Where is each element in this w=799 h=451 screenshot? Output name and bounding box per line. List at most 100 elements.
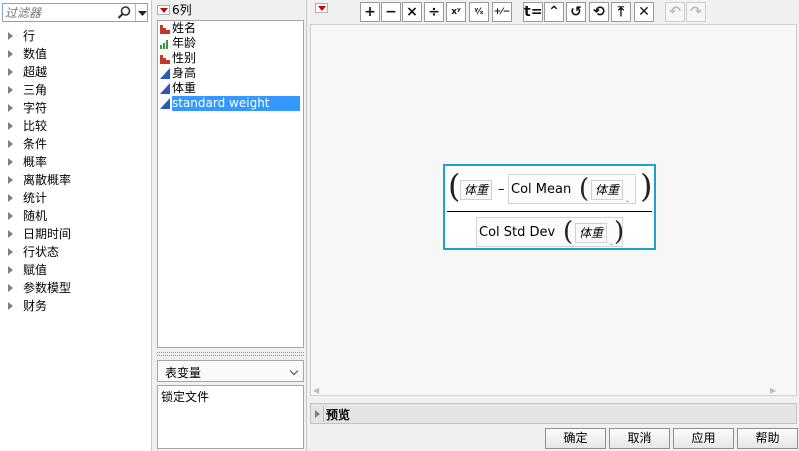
column-name: 性别: [172, 51, 197, 65]
category-label: 比较: [23, 119, 48, 133]
column-item[interactable]: standard weight: [158, 96, 303, 111]
scroll-right-icon[interactable]: ▶: [770, 386, 776, 395]
subtract-icon[interactable]: −: [381, 2, 401, 22]
category-item[interactable]: 超越: [0, 63, 150, 81]
category-label: 行: [23, 29, 36, 43]
expand-icon[interactable]: [8, 194, 13, 202]
expand-icon[interactable]: [8, 230, 13, 238]
expand-icon[interactable]: [8, 158, 13, 166]
expand-icon[interactable]: [8, 140, 13, 148]
delete-icon[interactable]: ✕: [634, 2, 654, 22]
category-label: 概率: [23, 155, 48, 169]
category-item[interactable]: 数值: [0, 45, 150, 63]
expand-icon[interactable]: [8, 248, 13, 256]
preview-section[interactable]: 预览: [310, 403, 797, 424]
category-list: 行数值 超越三角字符比较条件概率离散概率统计随机 日期时间行状态赋值参数模型财务: [0, 27, 150, 315]
category-label: 字符: [23, 101, 48, 115]
column-item[interactable]: 身高: [158, 66, 303, 81]
filter-dropdown-icon[interactable]: [137, 5, 148, 20]
power-icon[interactable]: xʸ: [446, 2, 466, 22]
add-icon[interactable]: +: [360, 2, 380, 22]
open-paren: (: [563, 217, 574, 247]
category-item[interactable]: 字符: [0, 99, 150, 117]
expand-icon[interactable]: [8, 104, 13, 112]
col-std-dev-argument[interactable]: 体重: [575, 223, 608, 243]
redo-icon[interactable]: ↷: [686, 2, 706, 22]
numerator-variable[interactable]: 体重: [460, 180, 493, 200]
category-label: 三角: [23, 83, 48, 97]
expand-icon[interactable]: [8, 32, 13, 40]
expand-icon[interactable]: [8, 50, 13, 58]
category-item[interactable]: 三角: [0, 81, 150, 99]
formula-expression[interactable]: ( 体重 – Col Mean ( 体重 ‸ ) Col Std Dev ( 体…: [443, 164, 656, 250]
column-name: 身高: [172, 66, 197, 80]
table-variable-list[interactable]: 锁定文件: [157, 385, 304, 449]
table-variable-label: 表变量: [165, 366, 202, 380]
root-icon[interactable]: ʸ⁄ₓ: [469, 2, 489, 22]
undo-icon[interactable]: ↶: [665, 2, 685, 22]
lock-file-item[interactable]: 锁定文件: [161, 388, 209, 405]
category-item[interactable]: 随机: [0, 207, 150, 225]
column-count-label: 6列: [172, 3, 192, 17]
filter-box[interactable]: [2, 3, 148, 22]
category-item[interactable]: 行: [0, 27, 150, 45]
column-item[interactable]: 姓名: [158, 21, 303, 36]
divide-icon[interactable]: ÷: [424, 2, 444, 22]
expand-icon[interactable]: [315, 410, 320, 418]
multiply-icon[interactable]: ×: [402, 2, 422, 22]
category-item[interactable]: 行状态: [0, 243, 150, 261]
apply-button[interactable]: 应用: [673, 428, 734, 449]
category-label: 统计: [23, 191, 48, 205]
expand-icon[interactable]: [8, 176, 13, 184]
expand-icon[interactable]: [8, 284, 13, 292]
category-item[interactable]: 概率: [0, 153, 150, 171]
ok-button[interactable]: 确定: [545, 428, 606, 449]
filter-input[interactable]: [5, 5, 113, 20]
nominal-column-icon: [160, 23, 170, 34]
category-label: 参数模型: [23, 281, 72, 295]
help-button[interactable]: 帮助: [737, 428, 798, 449]
negate-icon[interactable]: +⁄−: [492, 2, 512, 22]
expand-icon[interactable]: [8, 68, 13, 76]
local-icon[interactable]: ⤒: [611, 2, 631, 22]
column-item[interactable]: 性别: [158, 51, 303, 66]
search-icon[interactable]: [117, 5, 132, 20]
category-item[interactable]: 赋值: [0, 261, 150, 279]
category-label: 行状态: [23, 245, 60, 259]
category-item[interactable]: 比较: [0, 117, 150, 135]
expand-icon[interactable]: [8, 122, 13, 130]
unary-icon[interactable]: ⟲: [589, 2, 609, 22]
cancel-button[interactable]: 取消: [609, 428, 670, 449]
col-mean-function[interactable]: Col Mean ( 体重 ‸: [508, 174, 636, 204]
category-item[interactable]: 参数模型: [0, 279, 150, 297]
swap-icon[interactable]: ↺: [566, 2, 586, 22]
column-item[interactable]: 年龄: [158, 36, 303, 51]
scroll-left-icon[interactable]: ◀: [313, 386, 319, 395]
col-std-dev-function[interactable]: Col Std Dev ( 体重 ‸ ): [476, 217, 625, 247]
column-list[interactable]: 姓名 年龄 性别 身高 体重 standard weight: [157, 20, 304, 348]
panel-divider[interactable]: [306, 0, 307, 451]
category-item[interactable]: 财务: [0, 297, 150, 315]
expand-icon[interactable]: [8, 86, 13, 94]
table-variable-select[interactable]: 表变量: [157, 360, 304, 382]
peel-icon[interactable]: ⌃: [544, 2, 564, 22]
column-item[interactable]: 体重: [158, 81, 303, 96]
expand-icon[interactable]: [8, 266, 13, 274]
expand-icon[interactable]: [8, 302, 13, 310]
columns-menu-icon[interactable]: [157, 5, 170, 15]
col-mean-argument[interactable]: 体重: [591, 180, 624, 200]
category-item[interactable]: 条件: [0, 135, 150, 153]
minus-operator[interactable]: –: [498, 182, 505, 198]
panel-splitter[interactable]: [157, 352, 304, 356]
formula-menu-icon[interactable]: [315, 3, 328, 13]
assign-icon[interactable]: t=: [523, 2, 543, 22]
category-item[interactable]: 统计: [0, 189, 150, 207]
close-paren: ): [614, 217, 625, 247]
category-item[interactable]: 日期时间: [0, 225, 150, 243]
category-item[interactable]: 离散概率: [0, 171, 150, 189]
category-label: 离散概率: [23, 173, 72, 187]
column-name: 体重: [172, 81, 197, 95]
expand-icon[interactable]: [8, 212, 13, 220]
fraction-line: [447, 211, 652, 212]
function-category-panel: 行数值超越三角字符比较条件概率离散概率统计随机日期时间行状态赋值参数模型财务: [0, 0, 152, 451]
